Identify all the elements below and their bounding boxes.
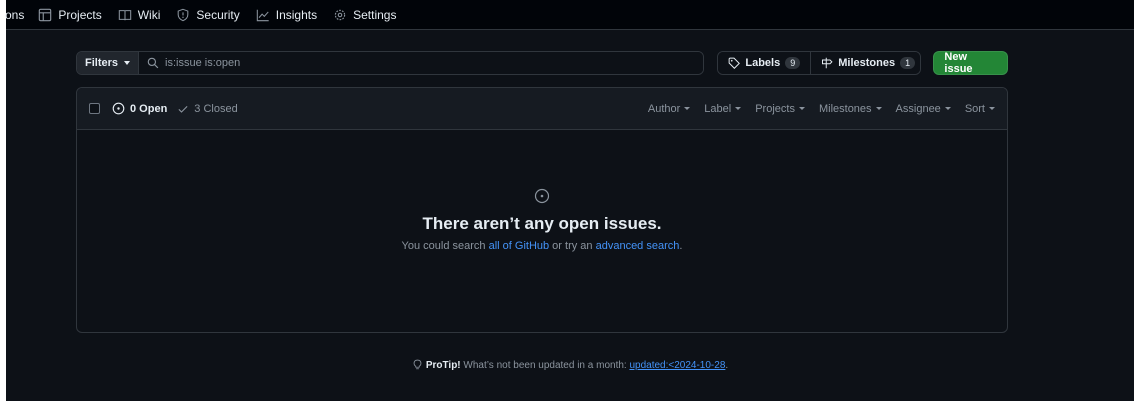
desc-text: You could search: [401, 240, 489, 252]
table-icon: [39, 8, 52, 21]
all-github-link[interactable]: all of GitHub: [489, 240, 550, 252]
assignee-filter[interactable]: Assignee: [896, 103, 951, 115]
repo-nav: ons Projects Wiki Security Insights Sett…: [5, 0, 1134, 30]
label-filter[interactable]: Label: [704, 102, 742, 115]
header-filters: Author Label Projects Milestones Assigne…: [648, 103, 995, 115]
protip-link[interactable]: updated:<2024-10-28: [629, 360, 725, 371]
sort-filter[interactable]: Sort: [965, 103, 995, 115]
milestones-label: Milestones: [838, 57, 896, 69]
issue-opened-icon: [112, 102, 125, 115]
milestone-icon: [822, 57, 833, 69]
check-icon: [178, 105, 188, 113]
desc-text: .: [679, 240, 683, 252]
chevron-down-icon: [798, 107, 805, 110]
filter-label: Author: [647, 102, 681, 115]
labels-button[interactable]: Labels 9: [718, 52, 811, 74]
filters-label: Filters: [85, 57, 119, 69]
filter-label: Milestones: [818, 102, 872, 115]
light-bulb-icon: [413, 359, 422, 370]
nav-item-settings[interactable]: Settings: [333, 8, 396, 22]
chevron-down-icon: [735, 107, 742, 110]
protip-suffix: .: [725, 360, 729, 371]
closed-issues-tab[interactable]: 3 Closed: [177, 102, 238, 115]
filter-label: Assignee: [895, 102, 941, 115]
open-count-label: 0 Open: [130, 102, 168, 115]
protip: ProTip! What’s not been updated in a mon…: [6, 359, 1134, 371]
select-all-checkbox[interactable]: [89, 103, 100, 114]
chevron-down-icon: [875, 107, 882, 110]
nav-item-label: Wiki: [137, 7, 161, 22]
issues-list-header: 0 Open 3 Closed Author Label Projects Mi…: [77, 88, 1007, 130]
nav-item-label: Security: [196, 7, 240, 22]
open-issues-tab[interactable]: 0 Open: [112, 102, 167, 115]
chevron-down-icon: [989, 107, 995, 110]
blankslate-title: There aren’t any open issues.: [422, 214, 662, 233]
shield-icon: [178, 8, 189, 21]
author-filter[interactable]: Author: [647, 102, 691, 115]
desc-text: or try an: [549, 240, 596, 252]
chevron-down-icon: [124, 61, 131, 65]
filters-button[interactable]: Filters: [77, 52, 140, 74]
labels-count: 9: [785, 57, 801, 69]
issue-opened-icon: [534, 188, 550, 204]
gear-icon: [334, 9, 346, 20]
nav-item-label: Projects: [58, 7, 102, 22]
issues-toolbar: Filters Labels 9 Milestones 1 New issue: [76, 51, 1008, 75]
filter-label: Sort: [964, 102, 985, 115]
nav-item-insights[interactable]: Insights: [256, 8, 317, 22]
nav-item-label: Settings: [353, 7, 397, 22]
blankslate-description: You could search all of GitHub or try an…: [77, 240, 1007, 252]
tag-icon: [729, 57, 741, 69]
milestones-button[interactable]: Milestones 1: [810, 52, 921, 74]
milestones-count: 1: [900, 57, 916, 69]
search-wrap: [139, 52, 704, 74]
filter-label: Label: [704, 102, 732, 115]
advanced-search-link[interactable]: advanced search: [596, 240, 680, 252]
page: ons Projects Wiki Security Insights Sett…: [5, 0, 1134, 401]
labels-milestones-group: Labels 9 Milestones 1: [717, 51, 922, 75]
nav-item-projects[interactable]: Projects: [38, 7, 102, 22]
nav-item-actions-truncated[interactable]: ons: [5, 8, 24, 22]
filter-group: Filters: [76, 51, 705, 75]
closed-count-label: 3 Closed: [194, 102, 238, 115]
graph-icon: [256, 9, 269, 21]
filter-label: Projects: [755, 102, 795, 115]
new-issue-button[interactable]: New issue: [933, 51, 1008, 75]
nav-item-wiki[interactable]: Wiki: [118, 7, 161, 22]
book-icon: [118, 9, 131, 20]
labels-label: Labels: [745, 57, 781, 69]
nav-item-security[interactable]: Security: [176, 7, 240, 22]
search-input[interactable]: [165, 57, 704, 69]
nav-item-label: Insights: [275, 7, 318, 22]
protip-text: What’s not been updated in a month:: [460, 360, 630, 371]
chevron-down-icon: [944, 107, 951, 110]
protip-label: ProTip!: [425, 360, 461, 371]
projects-filter[interactable]: Projects: [755, 103, 805, 115]
search-icon: [147, 57, 159, 69]
chevron-down-icon: [684, 107, 691, 110]
issues-list: 0 Open 3 Closed Author Label Projects Mi…: [76, 87, 1008, 333]
blankslate: There aren’t any open issues. You could …: [77, 188, 1007, 252]
milestones-filter[interactable]: Milestones: [819, 103, 882, 115]
